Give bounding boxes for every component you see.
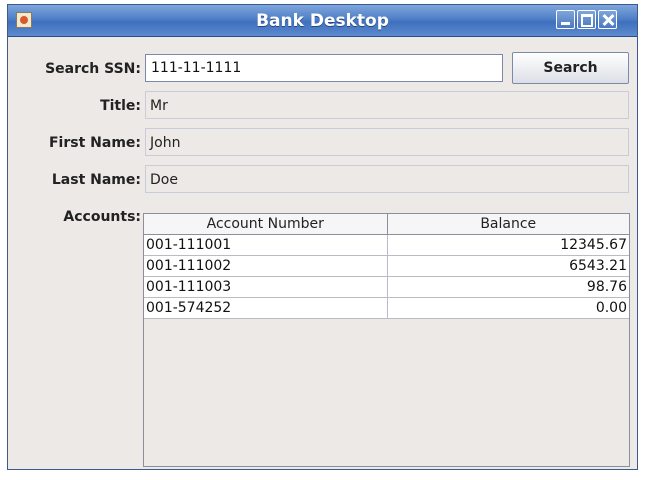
search-button[interactable]: Search (512, 52, 629, 84)
first-name-field: John (145, 128, 629, 156)
account-number-cell: 001-111003 (144, 276, 388, 298)
column-header-account-number[interactable]: Account Number (144, 214, 388, 235)
balance-cell: 6543.21 (387, 255, 629, 277)
balance-cell: 98.76 (387, 276, 629, 298)
table-row[interactable]: 001-111003 98.76 (144, 276, 629, 298)
table-row[interactable]: 001-111001 12345.67 (144, 234, 629, 256)
minimize-button[interactable] (556, 10, 575, 29)
window-title: Bank Desktop (256, 11, 389, 31)
app-window: Bank Desktop Search SSN: Search Title: M… (7, 4, 638, 470)
balance-cell: 12345.67 (387, 234, 629, 256)
accounts-table[interactable]: Account Number Balance 001-111001 12345.… (143, 213, 630, 467)
balance-cell: 0.00 (387, 297, 629, 319)
accounts-label: Accounts: (63, 209, 141, 225)
table-row[interactable]: 001-574252 0.00 (144, 297, 629, 319)
first-name-label: First Name: (48, 135, 141, 151)
ssn-search-input[interactable] (145, 54, 503, 82)
last-name-field: Doe (145, 165, 629, 193)
table-row[interactable]: 001-111002 6543.21 (144, 255, 629, 277)
title-bar[interactable]: Bank Desktop (8, 5, 637, 37)
account-number-cell: 001-574252 (144, 297, 388, 319)
column-header-balance[interactable]: Balance (387, 214, 629, 235)
account-number-cell: 001-111001 (144, 234, 388, 256)
close-button[interactable] (598, 10, 617, 29)
title-label: Title: (100, 98, 141, 114)
last-name-label: Last Name: (51, 172, 141, 188)
title-field: Mr (145, 91, 629, 119)
search-ssn-label: Search SSN: (45, 61, 141, 77)
account-number-cell: 001-111002 (144, 255, 388, 277)
maximize-button[interactable] (577, 10, 596, 29)
table-header-row: Account Number Balance (144, 214, 629, 235)
